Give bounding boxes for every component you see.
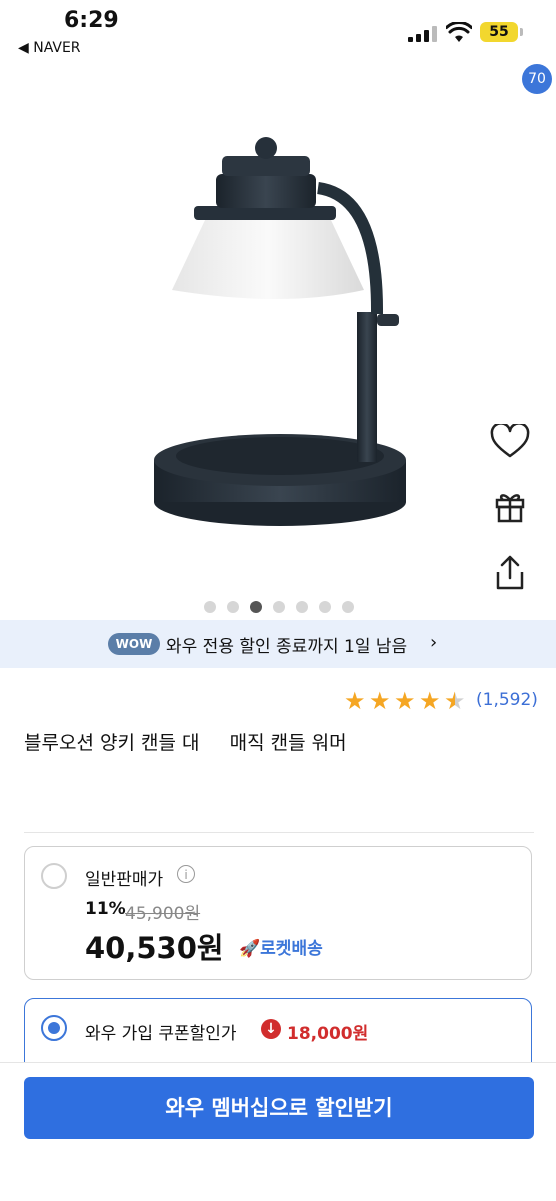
search-icon[interactable] [362,78,398,114]
cellular-signal-icon [408,26,437,42]
status-bar: 6:29 ◀ NAVER 55 [0,0,556,66]
rocket-delivery-label: 로켓배송 [260,939,323,959]
carousel-dot[interactable] [273,601,285,613]
top-navigation-bar [0,66,556,130]
clock: 6:29 [64,8,119,33]
radio-button[interactable] [41,863,67,889]
coupon-price: 18,000원 [287,1024,369,1044]
rocket-delivery-badge: 🚀로켓배송 [239,934,323,959]
gift-icon[interactable] [492,488,528,524]
carousel-dot[interactable] [204,601,216,613]
back-chevron-icon[interactable] [20,78,50,114]
star-icon: ★ [344,687,366,715]
share-icon[interactable] [492,554,528,592]
star-icon: ★ [369,687,391,715]
wifi-icon [446,22,472,42]
star-icon: ★ [394,687,416,715]
original-price: 45,900원 [125,904,201,924]
discount-rate: 11% [85,899,126,919]
product-title: 블루오션 양키 캔들 대 매직 캔들 워머 [24,732,347,754]
half-star-icon: ★ [444,687,466,715]
carousel-dot[interactable] [227,601,239,613]
regular-price-label: 일반판매가 [85,870,164,890]
regular-price-option[interactable]: 일반판매가 i 11% 45,900원 40,530원 🚀로켓배송 [24,846,532,980]
image-carousel-indicator [200,601,360,615]
carousel-dot[interactable] [296,601,308,613]
cart-count-badge[interactable]: 70 [522,64,552,94]
divider [24,832,534,833]
coupon-price-label: 와우 가입 쿠폰할인가 [85,1024,237,1044]
carousel-dot[interactable] [342,601,354,613]
back-to-app-link[interactable]: ◀ NAVER [18,40,81,56]
battery-indicator: 55 [480,22,523,42]
radio-button-selected[interactable] [41,1015,67,1041]
wow-badge: WOW [108,633,160,655]
home-icon[interactable] [430,78,466,114]
sale-price: 40,530원 [85,931,224,965]
chevron-right-icon[interactable]: › [430,632,437,653]
carousel-dot-active[interactable] [250,601,262,613]
product-image[interactable] [0,130,556,620]
review-count-link[interactable]: (1,592) [476,690,538,710]
rocket-icon: 🚀 [239,939,261,959]
carousel-dot[interactable] [319,601,331,613]
heart-icon[interactable] [490,424,530,460]
star-icon: ★ [419,687,441,715]
info-icon[interactable]: i [177,865,195,883]
wow-membership-discount-button[interactable]: 와우 멤버십으로 할인받기 [24,1077,534,1139]
wow-banner-text[interactable]: 와우 전용 할인 종료까지 1일 남음 [166,632,407,657]
down-arrow-icon: ↓ [261,1019,281,1039]
